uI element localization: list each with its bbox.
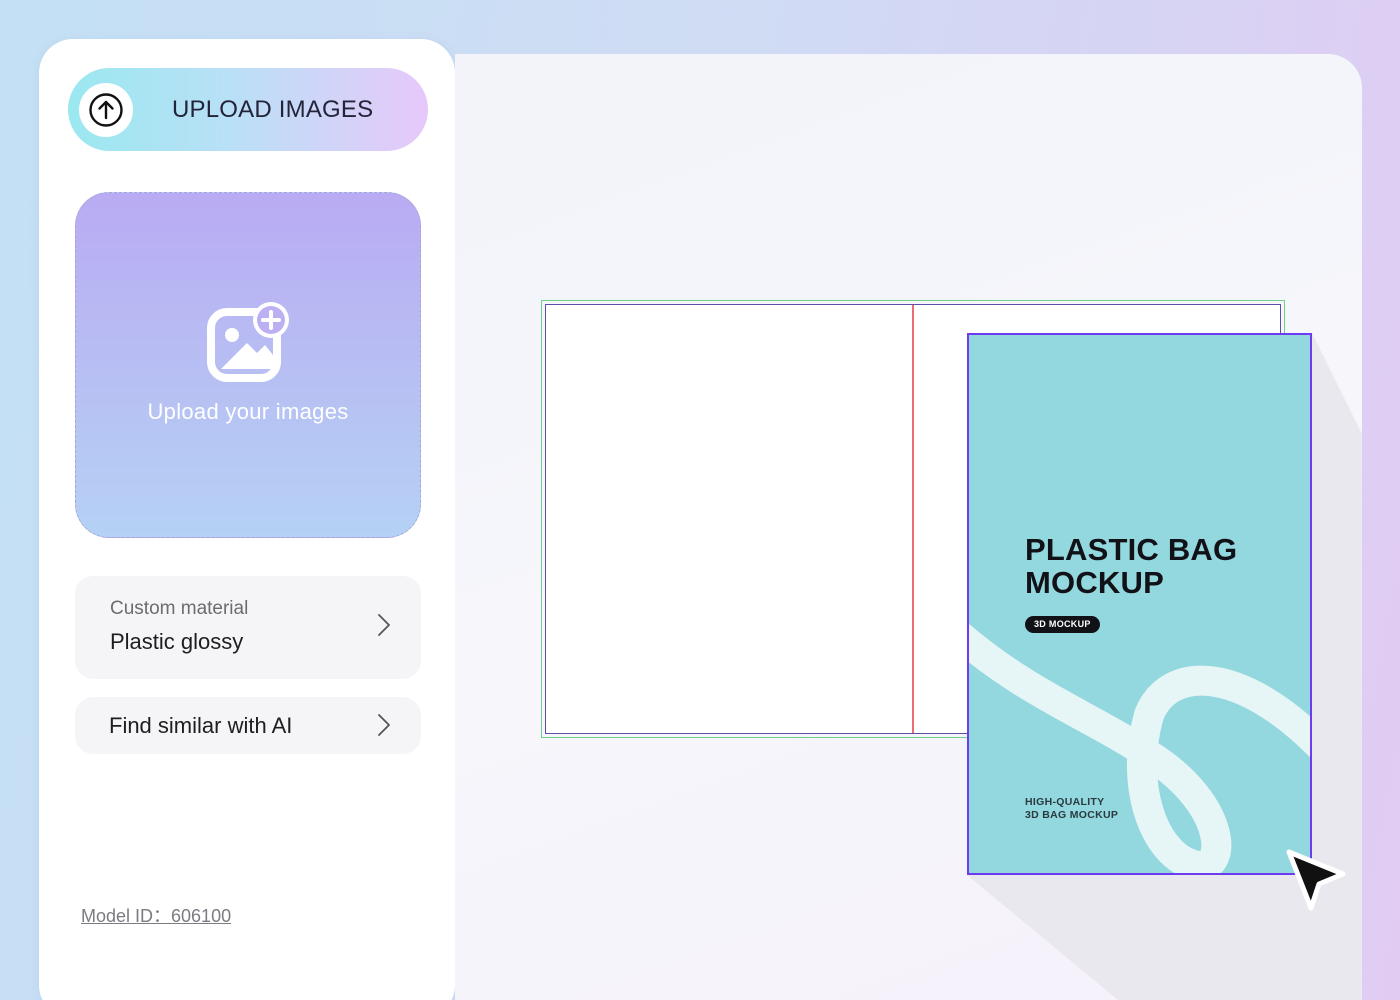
material-value: Plastic glossy [110, 629, 244, 654]
bag-artwork[interactable]: PLASTIC BAG MOCKUP 3D MOCKUP HIGH-QUALIT… [967, 333, 1312, 875]
upload-icon-circle [79, 83, 133, 137]
add-image-icon [207, 302, 289, 382]
material-label: Custom material [110, 598, 249, 619]
arrow-up-circle-icon [89, 93, 123, 127]
image-dropzone[interactable]: Upload your images [75, 192, 421, 538]
fold-line [912, 305, 914, 733]
model-id-link[interactable]: Model ID：606100 [81, 902, 231, 928]
chevron-right-icon [378, 614, 390, 636]
material-selector[interactable]: Custom material Plastic glossy [75, 576, 421, 679]
bag-badge: 3D MOCKUP [1025, 616, 1100, 633]
chevron-right-icon [378, 714, 390, 736]
find-similar-label: Find similar with AI [109, 713, 293, 738]
pointer-cursor-icon [1286, 849, 1346, 911]
editor-canvas[interactable]: PLASTIC BAG MOCKUP 3D MOCKUP HIGH-QUALIT… [455, 54, 1362, 1000]
find-similar-ai-button[interactable]: Find similar with AI [75, 697, 421, 754]
upload-images-button[interactable]: UPLOAD IMAGES [68, 68, 428, 151]
bag-title: PLASTIC BAG MOCKUP [1025, 532, 1238, 600]
upload-images-label: UPLOAD IMAGES [172, 96, 374, 123]
sidebar-panel: UPLOAD IMAGES Upload your images Custom … [39, 39, 455, 1000]
swoosh-graphic [969, 623, 1310, 873]
dropzone-text: Upload your images [147, 399, 349, 424]
bag-tagline: HIGH-QUALITY 3D BAG MOCKUP [1025, 796, 1119, 821]
